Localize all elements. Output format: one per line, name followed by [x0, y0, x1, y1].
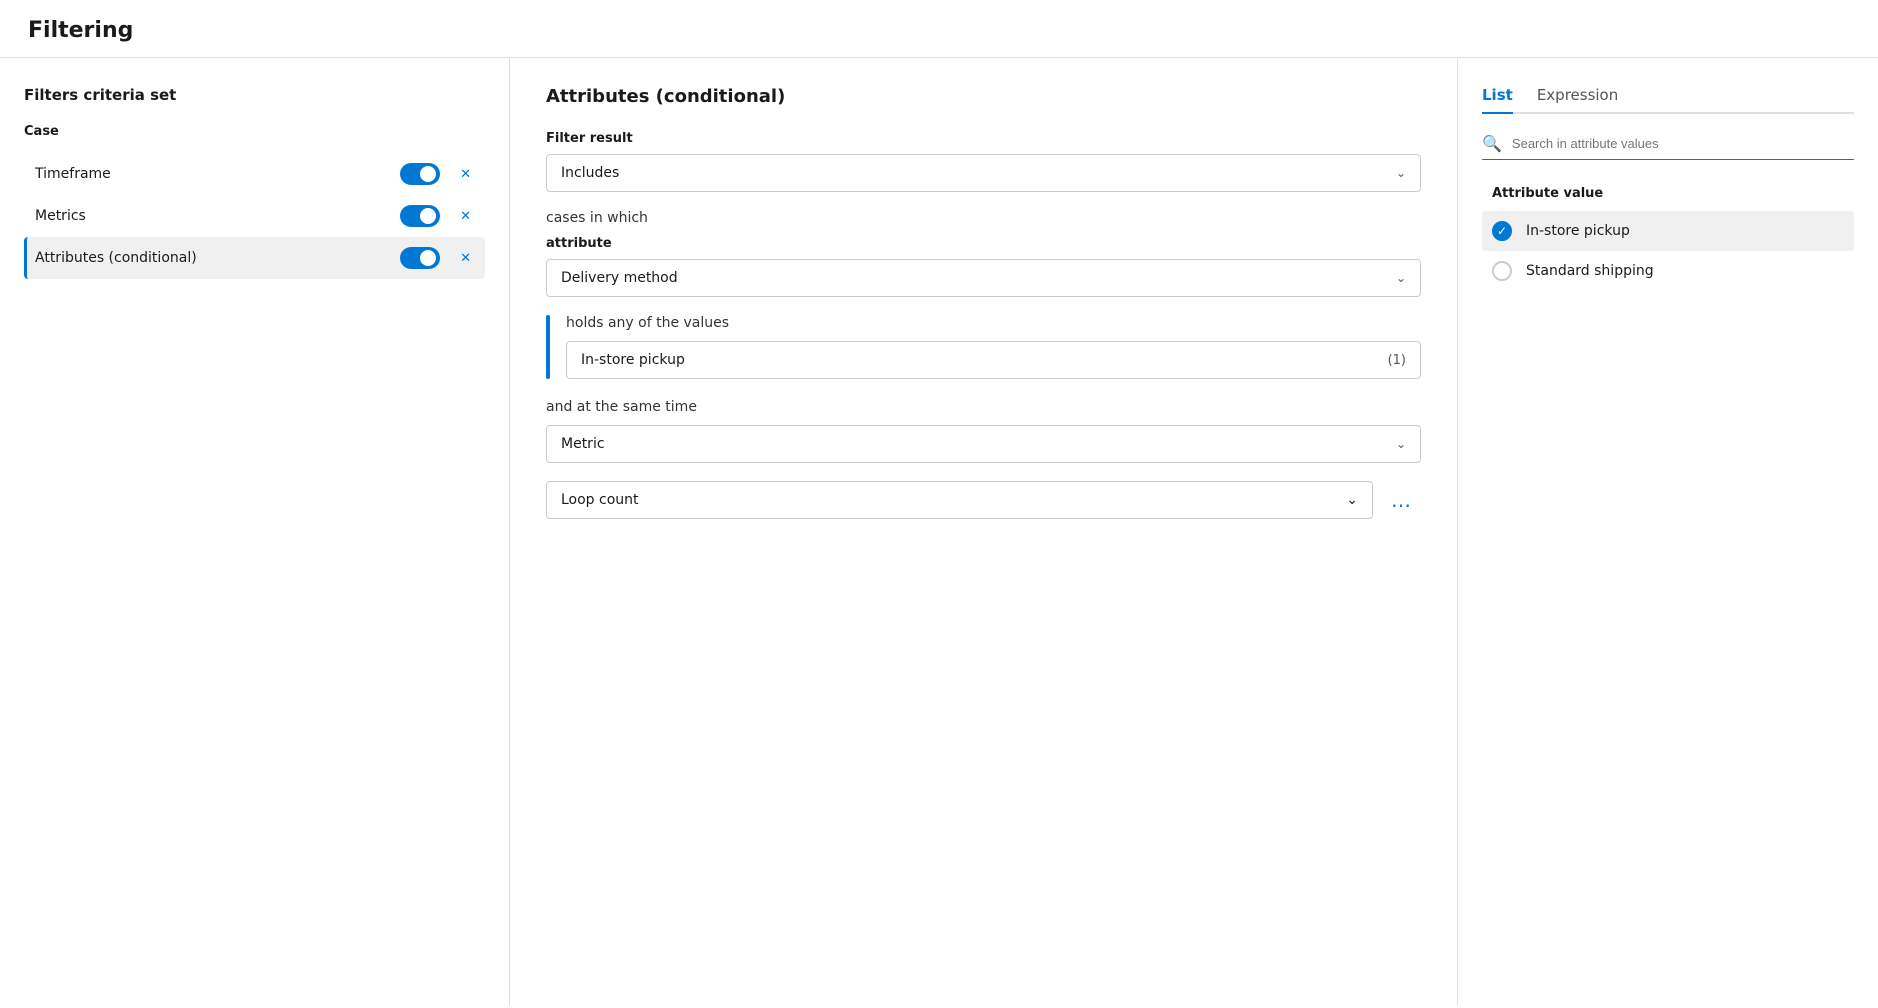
blue-accent-bar	[546, 315, 550, 379]
filter-item-attributes-conditional[interactable]: Attributes (conditional) ✕	[24, 237, 485, 279]
selected-values-dropdown[interactable]: In-store pickup (1)	[566, 341, 1421, 379]
selected-values-text: In-store pickup	[581, 352, 685, 368]
metric-chevron-icon: ⌄	[1396, 437, 1406, 451]
search-input[interactable]	[1512, 136, 1854, 151]
attr-value-row-in-store-pickup[interactable]: ✓ In-store pickup	[1482, 211, 1854, 251]
filter-label-timeframe: Timeframe	[35, 166, 400, 182]
holds-any-label: holds any of the values	[566, 315, 1421, 331]
case-subtitle: Case	[24, 124, 485, 139]
attr-value-label-standard-shipping: Standard shipping	[1526, 263, 1654, 279]
attribute-value-header: Attribute value	[1482, 180, 1854, 207]
selected-values-count: (1)	[1388, 353, 1406, 368]
toggle-attributes-conditional[interactable]	[400, 247, 440, 269]
attr-checkbox-standard-shipping	[1492, 261, 1512, 281]
attribute-value: Delivery method	[561, 270, 678, 286]
middle-panel: Attributes (conditional) Filter result I…	[510, 58, 1458, 1006]
attr-checkbox-in-store-pickup: ✓	[1492, 221, 1512, 241]
filter-result-chevron-icon: ⌄	[1396, 166, 1406, 180]
search-row: 🔍	[1482, 134, 1854, 160]
attr-value-row-standard-shipping[interactable]: Standard shipping	[1482, 251, 1854, 291]
values-content: holds any of the values In-store pickup …	[566, 315, 1421, 379]
loop-row: Loop count ⌄ …	[546, 481, 1421, 519]
and-at-same-time-label: and at the same time	[546, 399, 1421, 415]
tab-list[interactable]: List	[1482, 86, 1513, 114]
loop-count-chevron-icon: ⌄	[1346, 492, 1358, 508]
remove-attributes-conditional-button[interactable]: ✕	[454, 249, 477, 268]
tab-expression[interactable]: Expression	[1537, 86, 1618, 112]
filter-item-timeframe[interactable]: Timeframe ✕	[24, 153, 485, 195]
filter-result-dropdown[interactable]: Includes ⌄	[546, 154, 1421, 192]
right-tab-bar: List Expression	[1482, 86, 1854, 114]
loop-count-dropdown[interactable]: Loop count ⌄	[546, 481, 1373, 519]
filter-result-value: Includes	[561, 165, 619, 181]
checkmark-icon: ✓	[1497, 224, 1507, 238]
more-options-button[interactable]: …	[1383, 484, 1421, 516]
search-icon: 🔍	[1482, 134, 1502, 153]
left-panel: Filters criteria set Case Timeframe ✕ Me…	[0, 58, 510, 1006]
bottom-section: and at the same time Metric ⌄ Loop count…	[546, 399, 1421, 519]
metric-value: Metric	[561, 436, 605, 452]
toggle-metrics[interactable]	[400, 205, 440, 227]
filter-label-attributes-conditional: Attributes (conditional)	[35, 250, 400, 266]
middle-panel-title: Attributes (conditional)	[546, 86, 1421, 107]
filter-result-label: Filter result	[546, 131, 1421, 146]
remove-timeframe-button[interactable]: ✕	[454, 165, 477, 184]
filter-item-metrics[interactable]: Metrics ✕	[24, 195, 485, 237]
page-title: Filtering	[0, 0, 1878, 58]
values-section: holds any of the values In-store pickup …	[546, 315, 1421, 379]
loop-count-value: Loop count	[561, 492, 639, 508]
metric-dropdown[interactable]: Metric ⌄	[546, 425, 1421, 463]
attribute-dropdown[interactable]: Delivery method ⌄	[546, 259, 1421, 297]
remove-metrics-button[interactable]: ✕	[454, 207, 477, 226]
attribute-chevron-icon: ⌄	[1396, 271, 1406, 285]
attribute-label: attribute	[546, 236, 1421, 251]
attr-value-label-in-store-pickup: In-store pickup	[1526, 223, 1630, 239]
toggle-timeframe[interactable]	[400, 163, 440, 185]
right-panel: List Expression 🔍 Attribute value ✓ In-s…	[1458, 58, 1878, 1006]
filter-label-metrics: Metrics	[35, 208, 400, 224]
cases-in-which-label: cases in which	[546, 210, 1421, 226]
filters-criteria-title: Filters criteria set	[24, 86, 485, 104]
